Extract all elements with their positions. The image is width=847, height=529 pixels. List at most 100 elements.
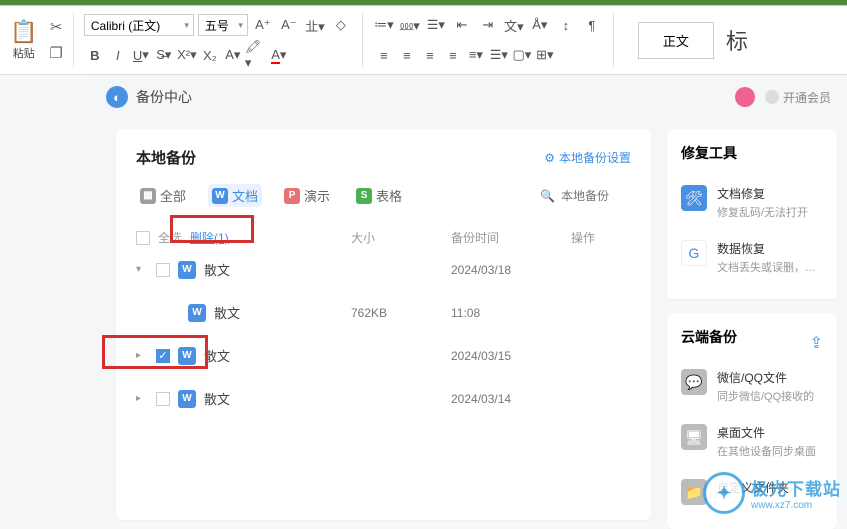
justify-button[interactable]: ≡: [442, 44, 464, 66]
bold-button[interactable]: B: [84, 44, 106, 66]
line-spacing-button[interactable]: ☰▾: [488, 44, 510, 66]
word-icon: W: [178, 261, 196, 279]
col-op: 操作: [571, 229, 631, 246]
italic-button[interactable]: I: [107, 44, 129, 66]
borders-button[interactable]: ⊞▾: [534, 44, 556, 66]
vip-link[interactable]: 开通会员: [765, 89, 831, 106]
row-checkbox[interactable]: ✓: [156, 349, 170, 363]
word-icon: W: [178, 347, 196, 365]
watermark: ✦ 极光下载站 www.xz7.com: [703, 472, 841, 514]
underline-button[interactable]: U▾: [130, 44, 152, 66]
row-checkbox[interactable]: [156, 392, 170, 406]
align-left-button[interactable]: ≡: [373, 44, 395, 66]
data-recovery-icon: G: [681, 240, 707, 266]
wechat-icon: 💬: [681, 369, 707, 395]
col-date: 备份时间: [451, 229, 571, 246]
panel-title: 备份中心: [136, 87, 192, 107]
search-box[interactable]: 🔍: [540, 189, 631, 203]
font-size-select[interactable]: 五号: [198, 14, 248, 36]
select-all-label: 全选: [158, 229, 182, 246]
chevron-down-icon[interactable]: ▾: [136, 264, 148, 275]
clipboard-icon: 📋: [10, 19, 37, 45]
backup-center-icon: ◐: [106, 86, 128, 108]
decrease-font-button[interactable]: A⁻: [278, 14, 300, 36]
bullets-button[interactable]: ≔▾: [373, 14, 395, 36]
avatar[interactable]: [735, 87, 755, 107]
text-effects-button[interactable]: A▾: [222, 44, 244, 66]
excel-icon: S: [356, 188, 372, 204]
increase-font-button[interactable]: A⁺: [252, 14, 274, 36]
desktop-icon: 🖥: [681, 424, 707, 450]
show-marks-button[interactable]: ¶: [581, 14, 603, 36]
distribute-button[interactable]: ≡▾: [465, 44, 487, 66]
cloud-backup-title: 云端备份: [681, 327, 737, 347]
delete-link[interactable]: 删除(1): [190, 229, 229, 246]
local-backup-settings-link[interactable]: ⚙ 本地备份设置: [544, 149, 631, 166]
tab-all[interactable]: ▦全部: [136, 184, 190, 207]
file-date: 2024/03/15: [451, 349, 571, 363]
paste-button[interactable]: 📋 粘贴: [10, 19, 37, 61]
table-row[interactable]: W 散文 762KB 11:08: [136, 291, 631, 334]
file-date: 2024/03/14: [451, 392, 571, 406]
local-backup-title: 本地备份: [136, 147, 196, 168]
superscript-button[interactable]: X²▾: [176, 44, 198, 66]
align-right-button[interactable]: ≡: [419, 44, 441, 66]
paste-label: 粘贴: [13, 45, 35, 61]
vip-icon: [765, 90, 779, 104]
chevron-right-icon[interactable]: ▸: [136, 350, 148, 361]
highlight-button[interactable]: 🖍▾: [245, 44, 267, 66]
cut-icon[interactable]: ✂: [50, 18, 63, 36]
word-icon: W: [188, 304, 206, 322]
desktop-files-item[interactable]: 🖥 桌面文件 在其他设备同步桌面: [681, 414, 823, 469]
search-input[interactable]: [561, 189, 631, 203]
doc-repair-icon: 🛠: [681, 185, 707, 211]
multilevel-button[interactable]: ☰▾: [425, 14, 447, 36]
strike-button[interactable]: S̶▾: [153, 44, 175, 66]
style-normal[interactable]: 正文: [638, 22, 714, 59]
wechat-qq-item[interactable]: 💬 微信/QQ文件 同步微信/QQ接收的: [681, 359, 823, 414]
font-color-button[interactable]: A▾: [268, 44, 290, 66]
align-button[interactable]: Å▾: [529, 14, 551, 36]
file-time: 11:08: [451, 306, 571, 320]
table-row[interactable]: ▸ W 散文 2024/03/14: [136, 377, 631, 420]
row-checkbox[interactable]: [156, 263, 170, 277]
tab-xls[interactable]: S表格: [352, 184, 406, 207]
decrease-indent-button[interactable]: ⇤: [451, 14, 473, 36]
select-all-checkbox[interactable]: [136, 231, 150, 245]
word-icon: W: [178, 390, 196, 408]
file-name: 散文: [214, 303, 351, 322]
text-direction-button[interactable]: 文▾: [503, 14, 525, 36]
word-icon: W: [212, 188, 228, 204]
file-name: 散文: [204, 389, 351, 408]
change-case-button[interactable]: 㐀▾: [304, 14, 326, 36]
tab-ppt[interactable]: P演示: [280, 184, 334, 207]
tab-doc[interactable]: W文档: [208, 184, 262, 207]
grid-icon: ▦: [140, 188, 156, 204]
shading-button[interactable]: ▢▾: [511, 44, 533, 66]
doc-repair-item[interactable]: 🛠 文档修复 修复乱码/无法打开: [681, 175, 823, 230]
clear-format-button[interactable]: ◇: [330, 14, 352, 36]
repair-title: 修复工具: [681, 143, 823, 163]
sort-button[interactable]: ↕: [555, 14, 577, 36]
file-date: 2024/03/18: [451, 263, 571, 277]
upload-icon[interactable]: ⇪: [810, 333, 823, 353]
style-heading-partial[interactable]: 标: [726, 24, 748, 56]
ppt-icon: P: [284, 188, 300, 204]
copy-icon[interactable]: ❐: [49, 44, 62, 62]
file-name: 散文: [204, 260, 351, 279]
align-center-button[interactable]: ≡: [396, 44, 418, 66]
increase-indent-button[interactable]: ⇥: [477, 14, 499, 36]
file-size: 762KB: [351, 306, 451, 320]
file-name: 散文: [204, 346, 351, 365]
subscript-button[interactable]: X₂: [199, 44, 221, 66]
numbering-button[interactable]: ⅏▾: [399, 14, 421, 36]
col-size: 大小: [351, 229, 451, 246]
gear-icon: ⚙: [544, 151, 555, 165]
table-row[interactable]: ▾ W 散文 2024/03/18: [136, 248, 631, 291]
font-name-select[interactable]: Calibri (正文): [84, 14, 194, 36]
data-recovery-item[interactable]: G 数据恢复 文档丢失或误删，…: [681, 230, 823, 285]
watermark-logo-icon: ✦: [703, 472, 745, 514]
table-row[interactable]: ▸ ✓ W 散文 2024/03/15: [136, 334, 631, 377]
chevron-right-icon[interactable]: ▸: [136, 393, 148, 404]
search-icon: 🔍: [540, 189, 555, 203]
